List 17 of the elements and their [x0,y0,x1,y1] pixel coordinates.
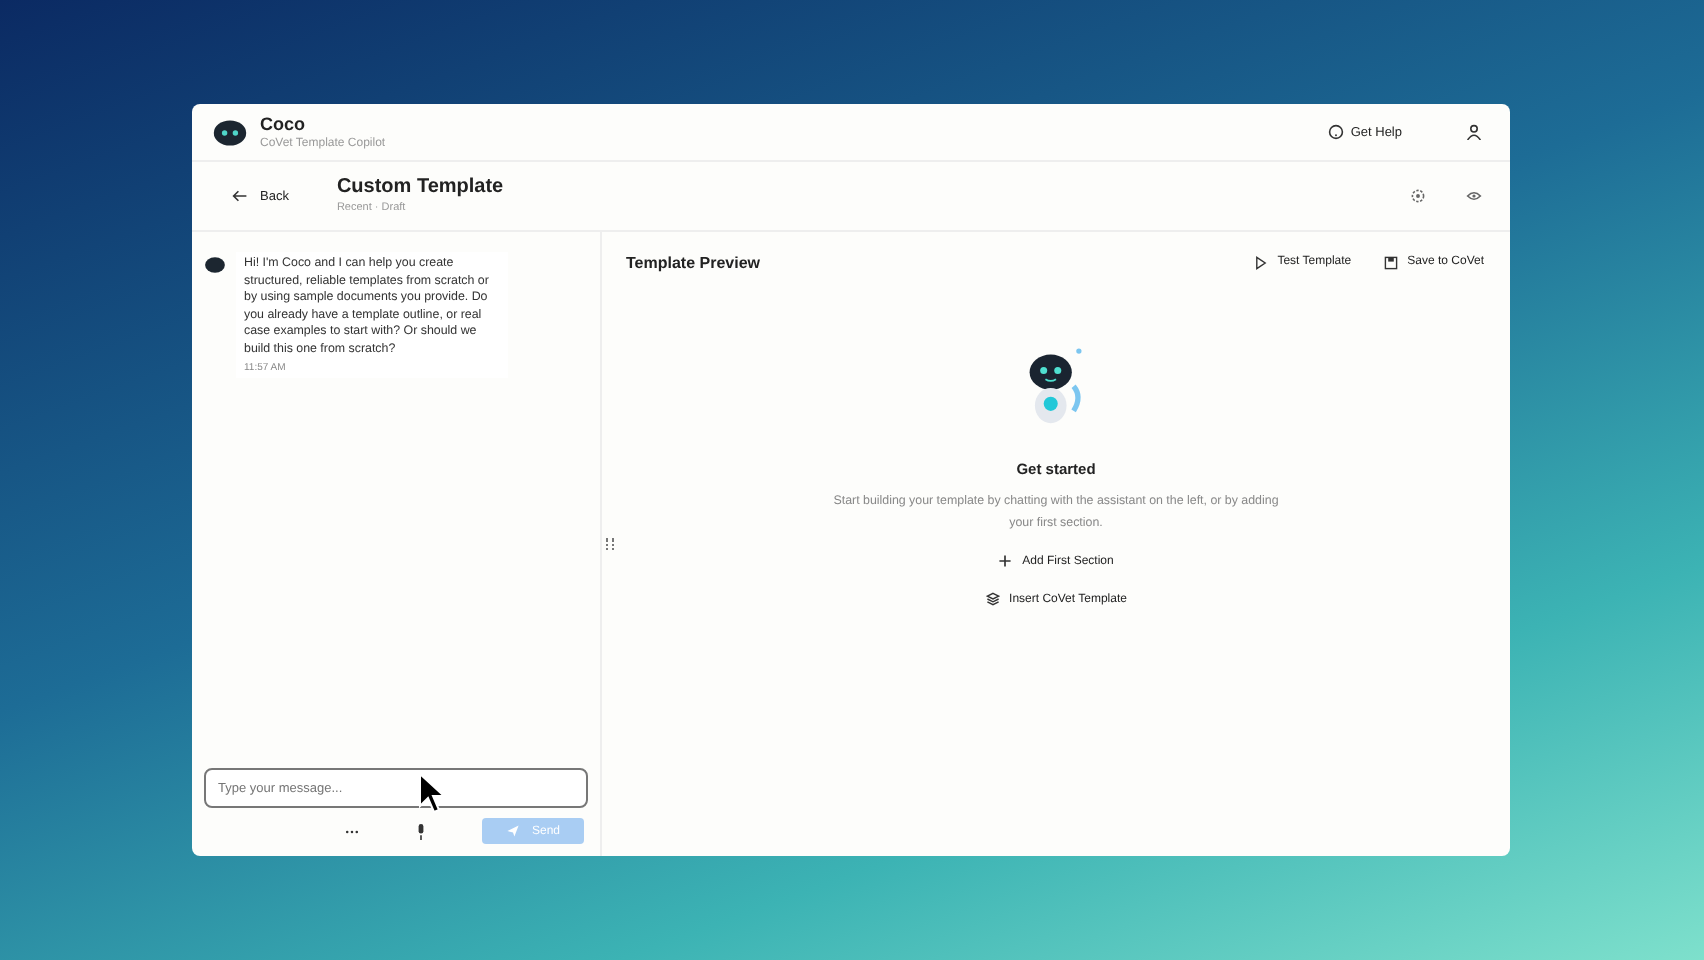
preview-title: Template Preview [626,253,760,271]
save-icon [1383,255,1398,269]
back-arrow-icon [232,188,248,204]
send-icon [505,824,520,838]
help-icon [1328,124,1345,140]
eye-icon[interactable] [1466,188,1482,204]
user-icon[interactable] [1466,124,1482,140]
layers-icon [985,592,1000,606]
template-title: Custom Template [336,176,504,200]
plus-icon [998,554,1013,568]
resize-handle[interactable] [606,538,614,550]
mouse-cursor-icon [418,772,446,816]
app-name: Coco [260,113,307,135]
play-icon [1253,255,1268,269]
settings-icon[interactable] [1410,188,1426,204]
microphone-icon[interactable] [415,823,426,839]
more-icon[interactable] [343,827,360,835]
